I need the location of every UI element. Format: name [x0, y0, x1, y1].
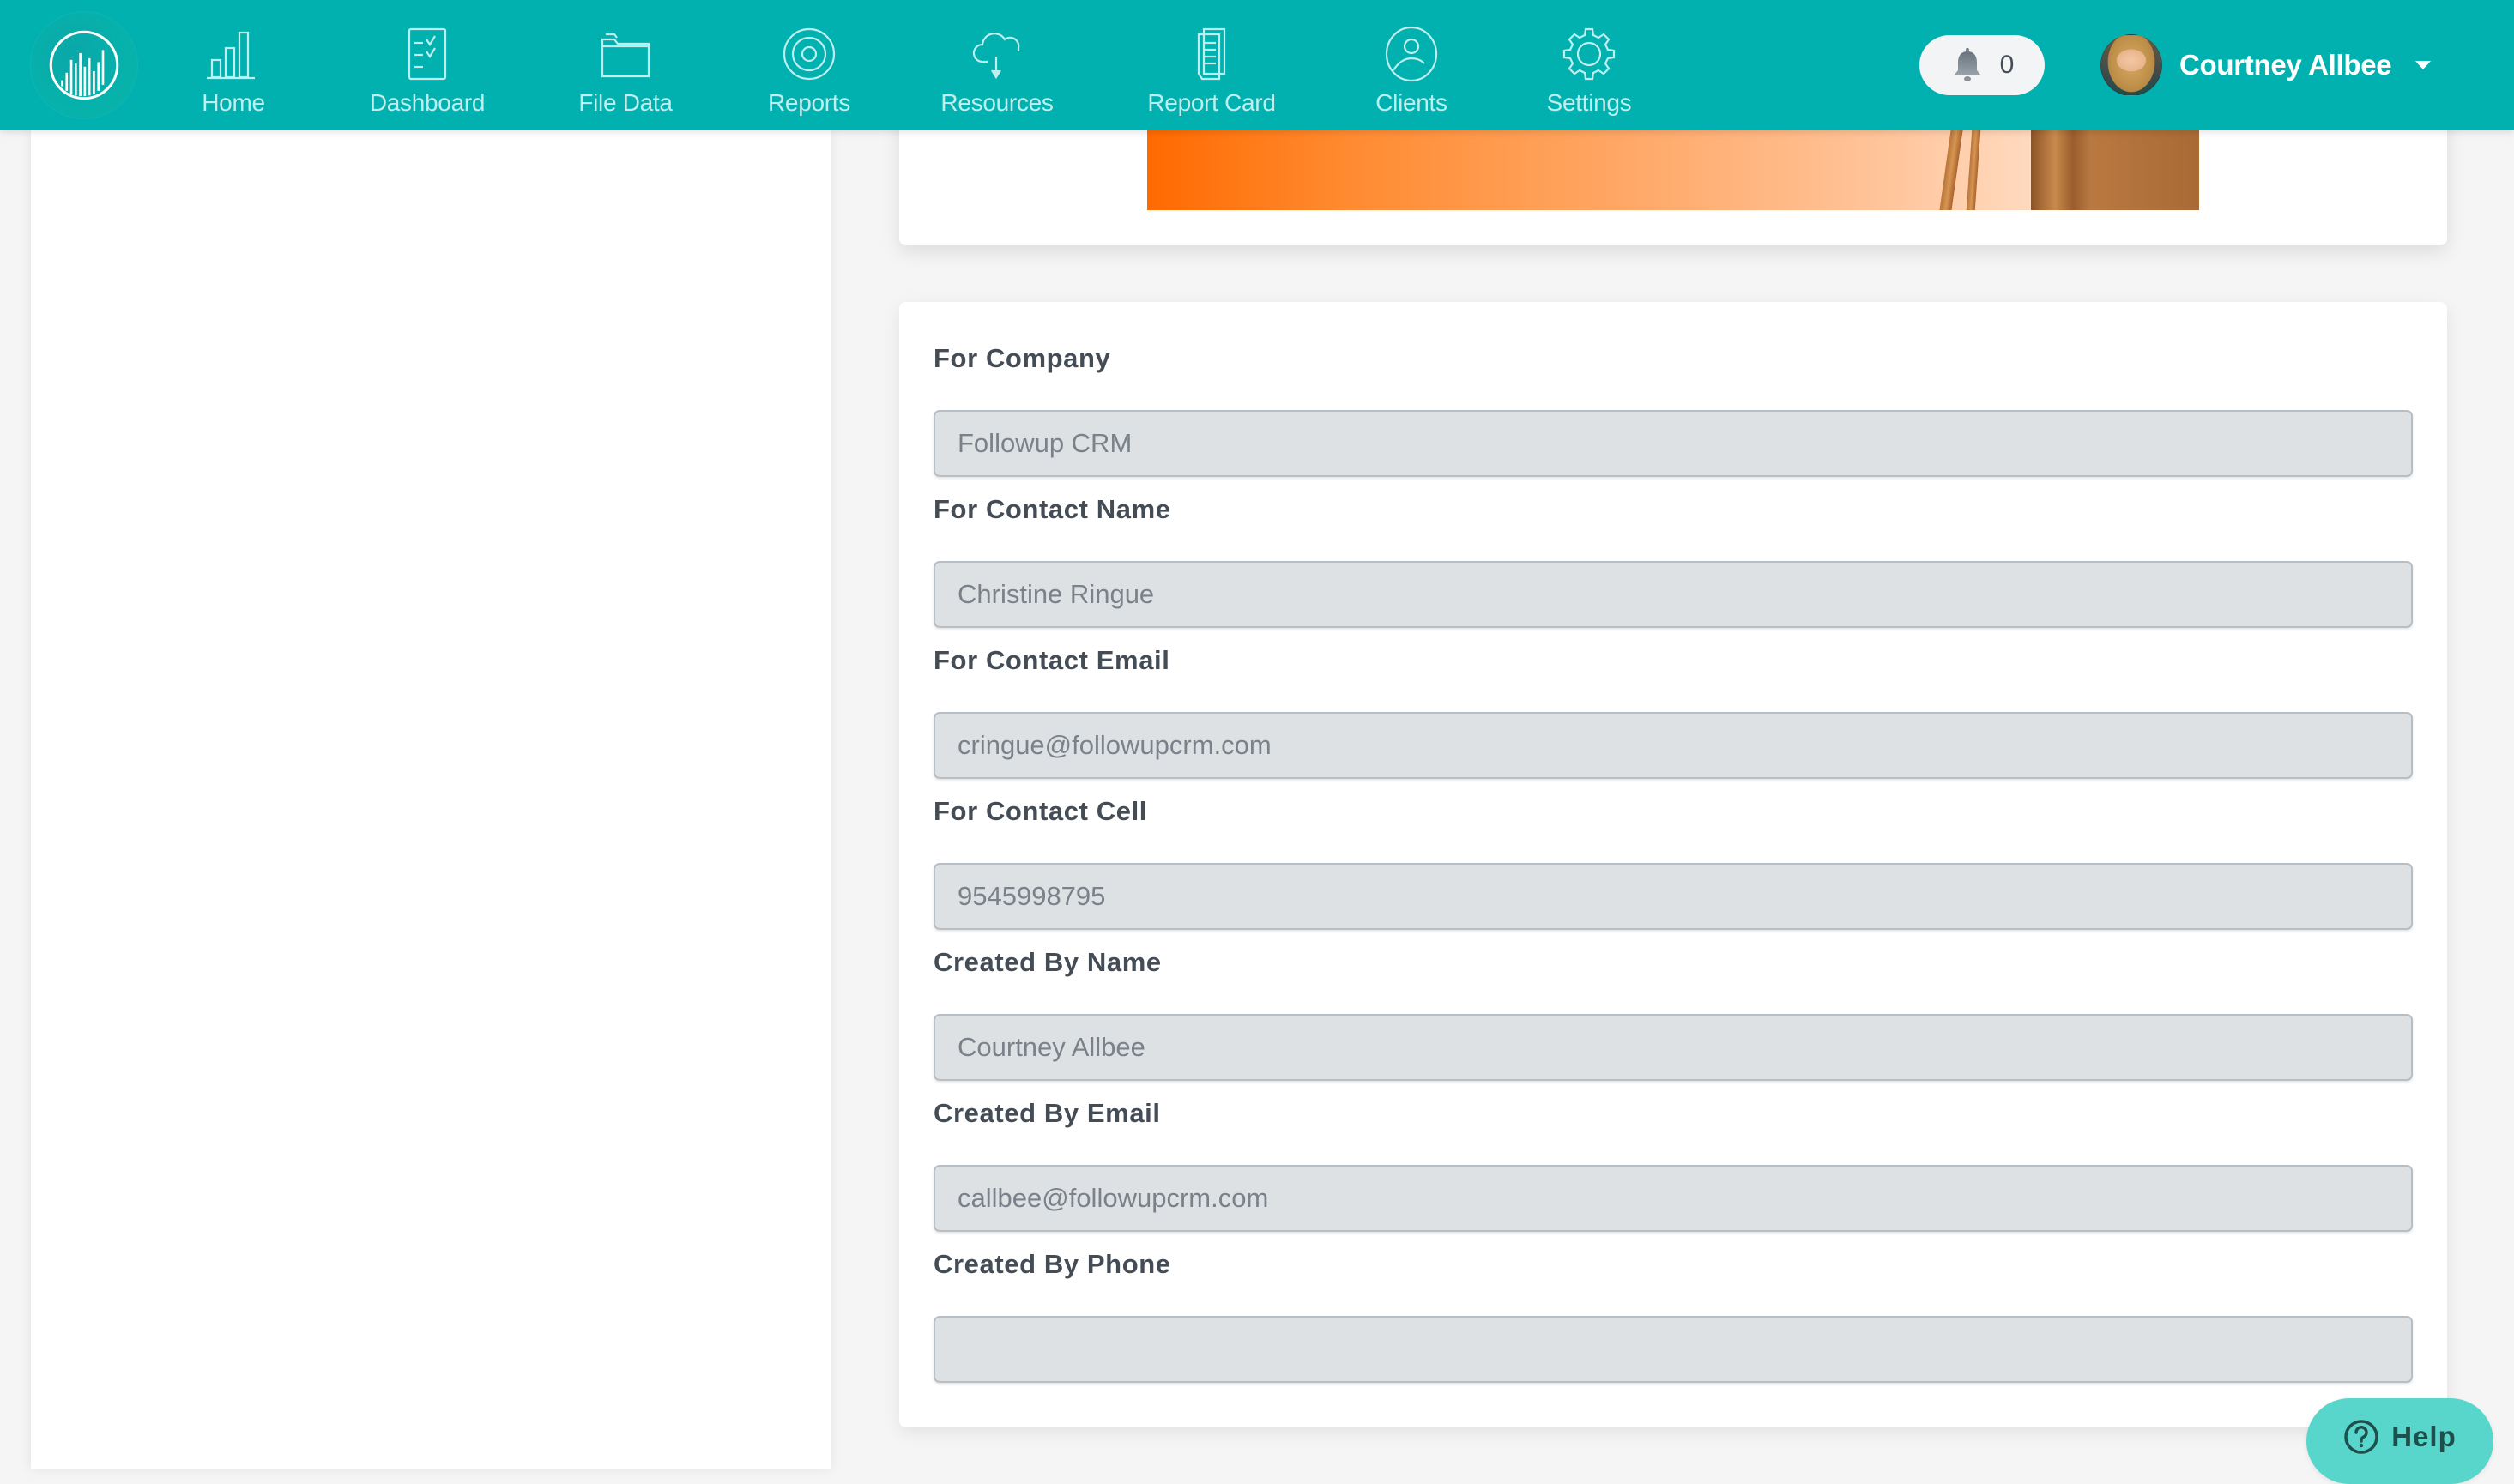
field-for-contact-email: For Contact Email	[934, 643, 2413, 779]
nav-report-card[interactable]: Report Card	[1145, 26, 1278, 120]
field-label: Created By Name	[934, 947, 1162, 977]
banner-image	[1147, 130, 2199, 210]
nav-settings[interactable]: Settings	[1544, 26, 1634, 120]
for-company-input[interactable]	[934, 410, 2413, 477]
nav-resources-label: Resources	[940, 89, 1054, 116]
field-created-by-phone: Created By Phone	[934, 1247, 2413, 1383]
nav-dashboard-label: Dashboard	[369, 89, 486, 116]
field-for-company: For Company	[934, 341, 2413, 477]
field-created-by-email: Created By Email	[934, 1096, 2413, 1232]
field-label: For Contact Cell	[934, 796, 1148, 826]
left-panel	[31, 130, 831, 1469]
for-contact-cell-input[interactable]	[934, 863, 2413, 930]
for-contact-name-input[interactable]	[934, 561, 2413, 628]
field-for-contact-name: For Contact Name	[934, 492, 2413, 628]
nav-reports-label: Reports	[768, 89, 850, 116]
checklist-icon	[396, 26, 458, 82]
field-label: For Contact Email	[934, 645, 1170, 675]
nav-clients[interactable]: Clients	[1371, 26, 1452, 120]
folder-icon	[595, 26, 656, 82]
nav-clients-label: Clients	[1375, 89, 1447, 116]
gear-icon	[1558, 26, 1620, 82]
notifications-button[interactable]: 0	[1919, 35, 2045, 95]
question-circle-icon	[2344, 1420, 2378, 1454]
nav-settings-label: Settings	[1546, 89, 1632, 116]
nav-file-data[interactable]: File Data	[577, 26, 674, 120]
user-circle-icon	[1381, 26, 1442, 82]
field-label: Created By Email	[934, 1098, 1161, 1128]
nav-file-data-label: File Data	[578, 89, 673, 116]
cloud-download-icon	[966, 26, 1028, 82]
app-logo[interactable]	[31, 12, 137, 118]
nav-home-label: Home	[202, 89, 265, 116]
field-label: Created By Phone	[934, 1249, 1171, 1279]
created-by-name-input[interactable]	[934, 1014, 2413, 1081]
document-stack-icon	[1181, 26, 1242, 82]
field-label: For Contact Name	[934, 494, 1171, 524]
top-navbar: Home Dashboard File Data Reports Resourc…	[0, 0, 2514, 130]
target-icon	[778, 26, 840, 82]
field-for-contact-cell: For Contact Cell	[934, 794, 2413, 930]
caret-down-icon	[2415, 61, 2432, 69]
bar-chart-icon	[202, 26, 264, 82]
nav-report-card-label: Report Card	[1147, 89, 1276, 116]
avatar	[2100, 34, 2162, 96]
for-contact-email-input[interactable]	[934, 712, 2413, 779]
nav-home[interactable]: Home	[194, 26, 273, 120]
user-name: Courtney Allbee	[2179, 49, 2392, 81]
nav-resources[interactable]: Resources	[940, 26, 1054, 120]
bell-icon	[1953, 48, 1981, 81]
sound-wave-logo-icon	[49, 30, 119, 100]
user-menu[interactable]: Courtney Allbee	[2100, 31, 2432, 100]
created-by-email-input[interactable]	[934, 1165, 2413, 1232]
notification-count: 0	[1999, 51, 2015, 79]
help-button[interactable]: Help	[2306, 1398, 2493, 1484]
details-form-card: For Company For Contact Name For Contact…	[899, 302, 2447, 1427]
field-label: For Company	[934, 343, 1111, 373]
nav-reports[interactable]: Reports	[765, 26, 853, 120]
nav-dashboard[interactable]: Dashboard	[367, 26, 487, 120]
created-by-phone-input[interactable]	[934, 1316, 2413, 1383]
help-label: Help	[2391, 1421, 2457, 1452]
field-created-by-name: Created By Name	[934, 945, 2413, 1081]
